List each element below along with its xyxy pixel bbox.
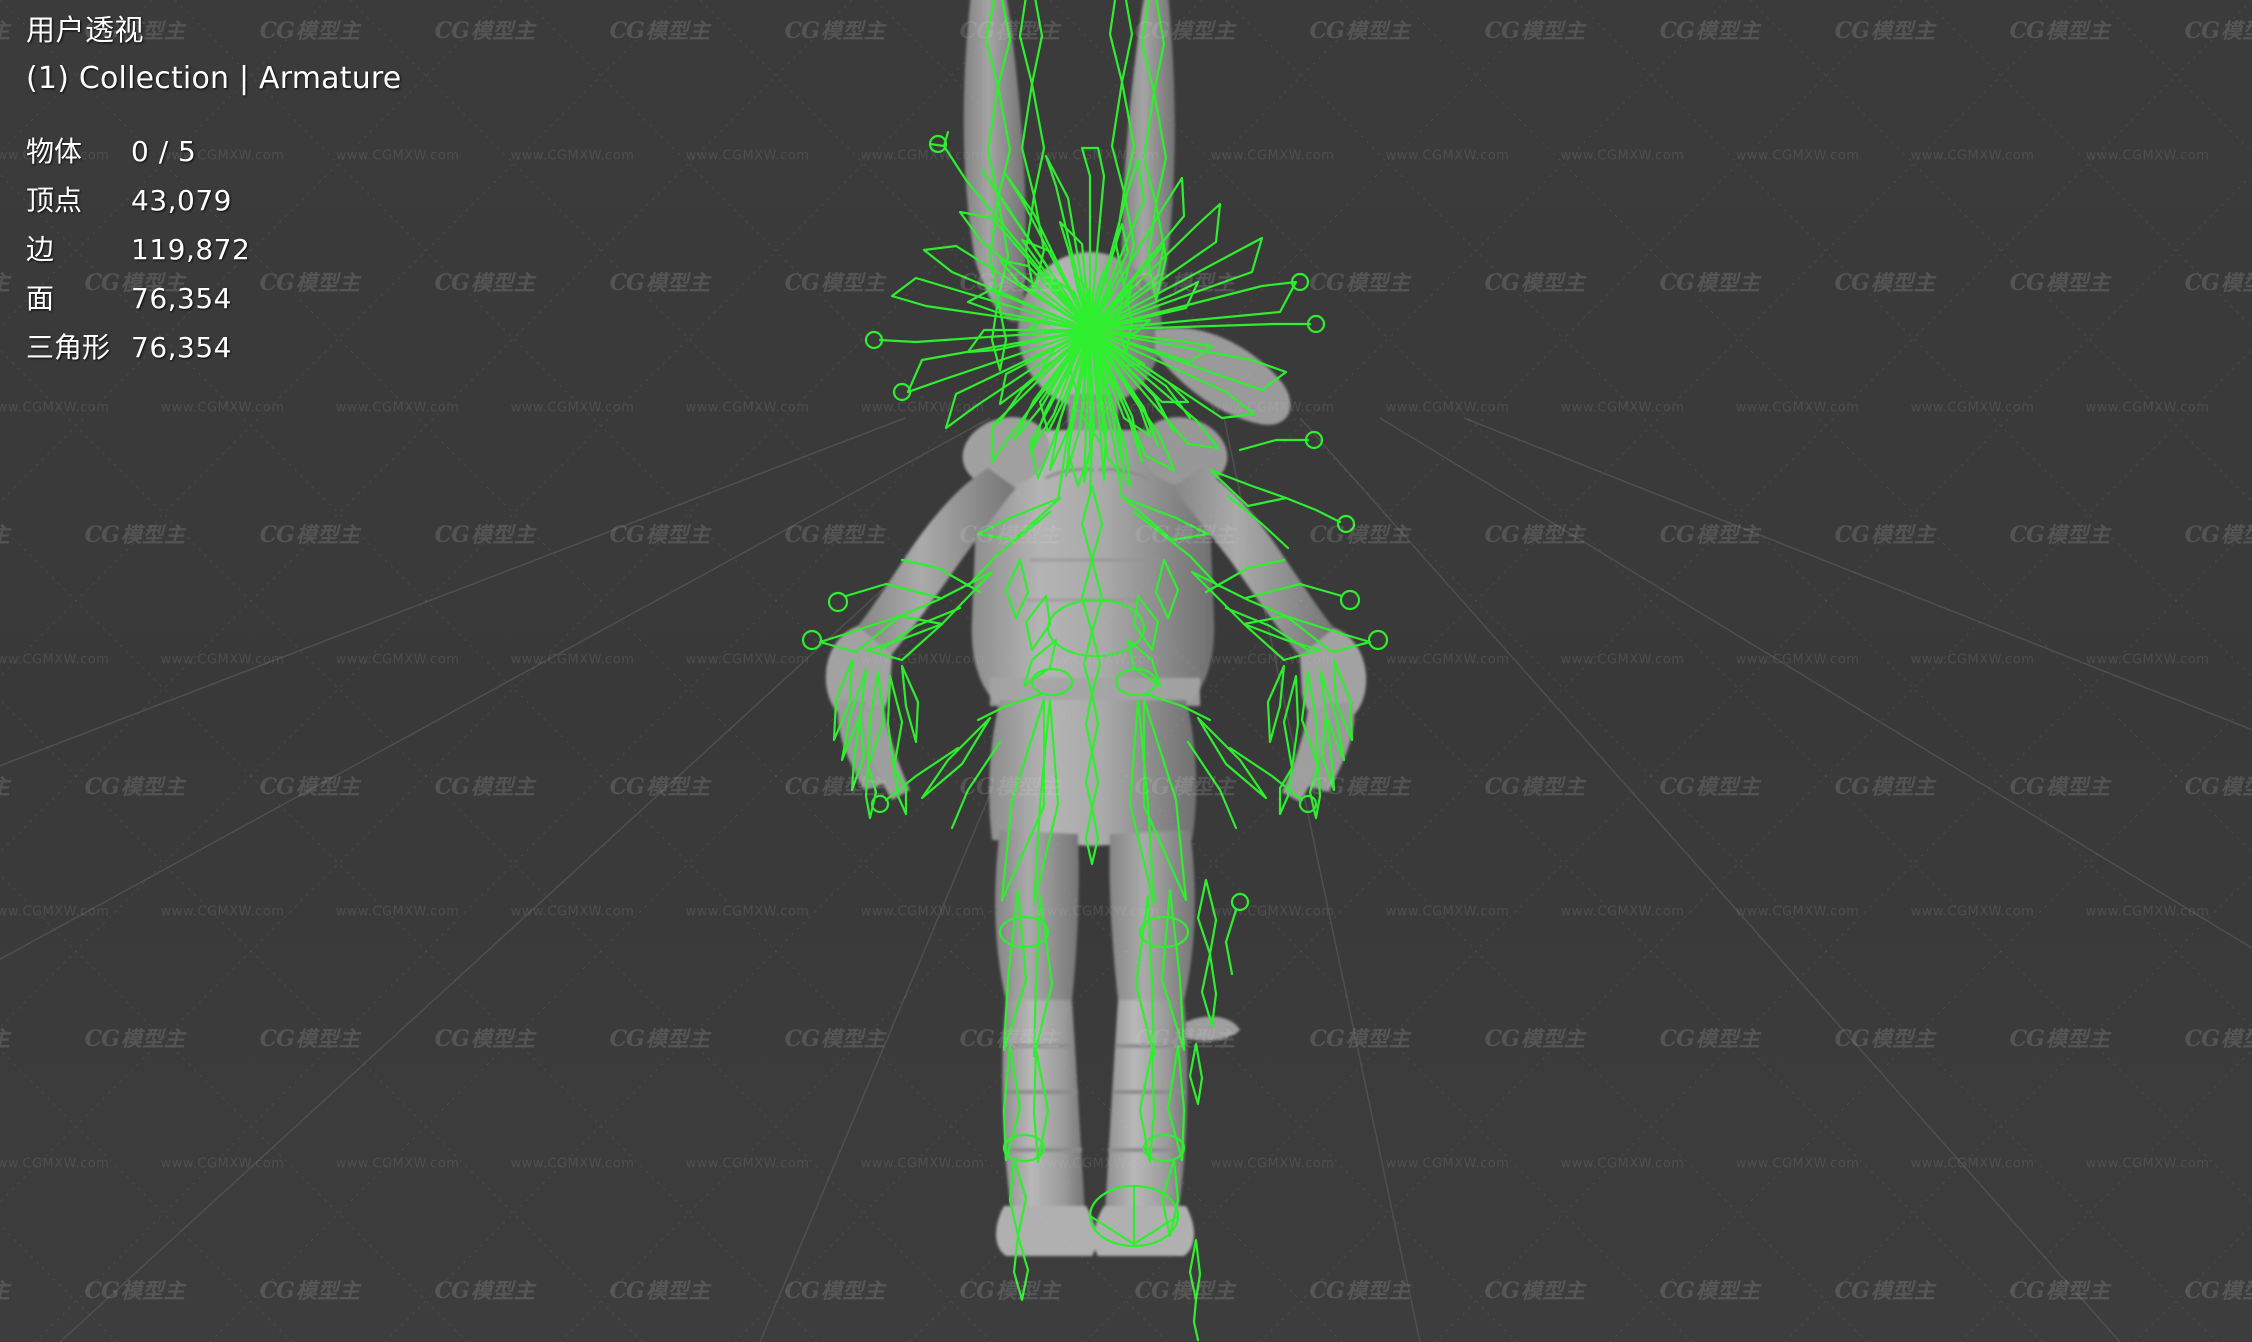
stat-value: 76,354 — [131, 331, 232, 364]
stat-label: 面 — [26, 282, 55, 315]
stat-label: 边 — [26, 233, 55, 266]
character-mesh — [825, 0, 1367, 1256]
view-name-label: 用户透视 — [26, 13, 145, 47]
stat-value: 43,079 — [131, 184, 232, 217]
blender-viewport-window: CG模型主CG模型主CG模型主CG模型主CG模型主CG模型主CG模型主CG模型主… — [0, 0, 2252, 1342]
stat-value: 0 / 5 — [131, 135, 197, 168]
collection-object-label: (1) Collection | Armature — [26, 61, 402, 96]
stat-value: 119,872 — [131, 233, 251, 266]
stat-label: 物体 — [26, 135, 83, 168]
stat-label: 顶点 — [26, 184, 83, 217]
viewport-stats-overlay: 用户透视 (1) Collection | Armature 物体 0 / 5 顶点… — [0, 0, 401, 362]
statistics-table: 物体 0 / 5 顶点 43,079 边 119,872 面 76,354 三角形 76,354 — [26, 138, 401, 362]
stat-value: 76,354 — [131, 282, 232, 315]
stat-label: 三角形 — [26, 331, 111, 364]
